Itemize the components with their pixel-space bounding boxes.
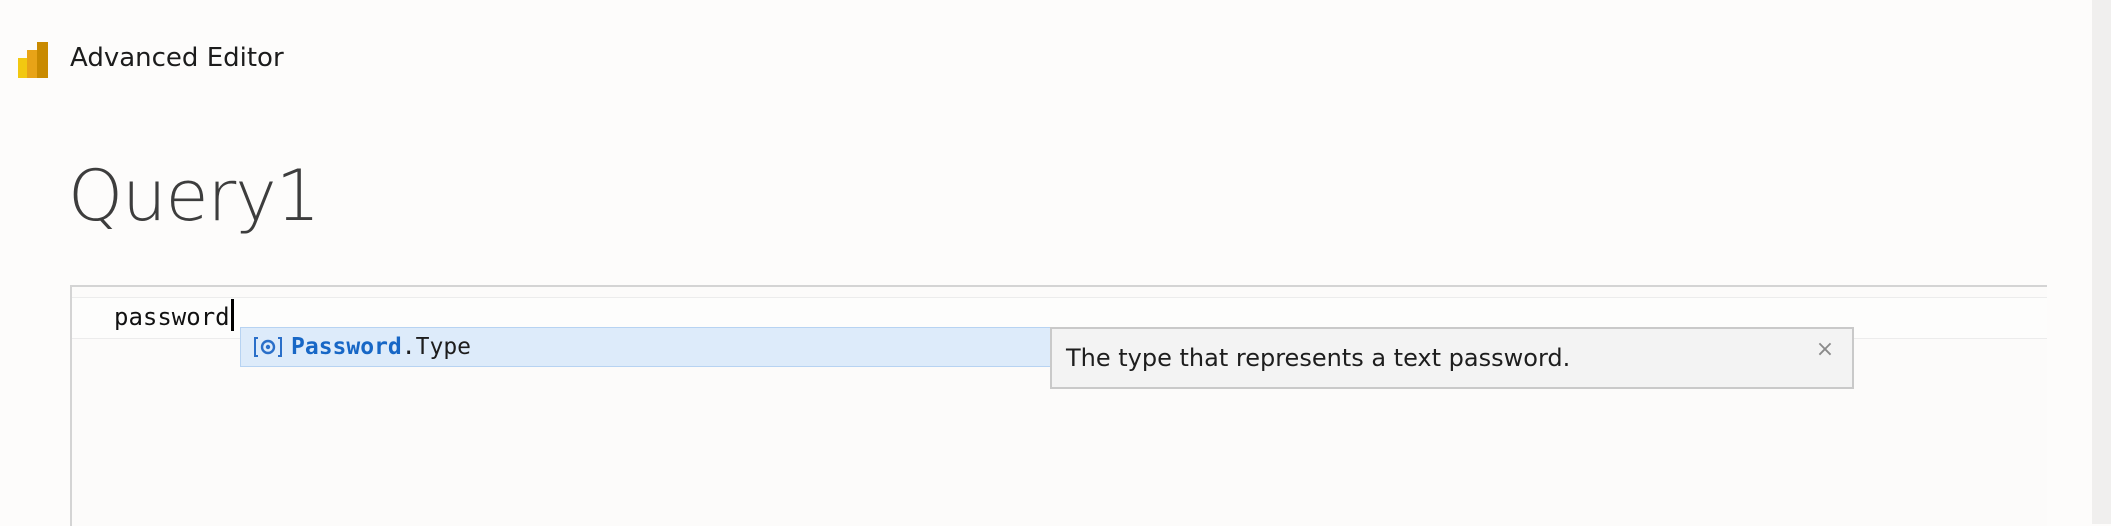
query-name-heading: Query1 (68, 155, 320, 237)
autocomplete-match-text: Password (291, 334, 402, 360)
vertical-scrollbar[interactable] (2092, 0, 2111, 524)
window-title: Advanced Editor (70, 43, 284, 73)
autocomplete-list[interactable]: Password.Type (240, 327, 1052, 367)
autocomplete-item-password-type[interactable]: Password.Type (251, 328, 471, 366)
power-bi-logo-icon (18, 42, 48, 78)
code-editor[interactable]: password (70, 285, 2047, 526)
close-icon[interactable]: × (1810, 335, 1840, 365)
title-bar: Advanced Editor (0, 0, 2111, 118)
autocomplete-rest-text: .Type (401, 334, 472, 360)
tooltip-description: The type that represents a text password… (1066, 344, 1571, 372)
text-caret (230, 299, 234, 331)
documentation-tooltip: The type that represents a text password… (1050, 327, 1854, 389)
code-line[interactable]: password (114, 297, 234, 337)
code-text: password (114, 303, 230, 331)
field-icon (254, 337, 282, 357)
